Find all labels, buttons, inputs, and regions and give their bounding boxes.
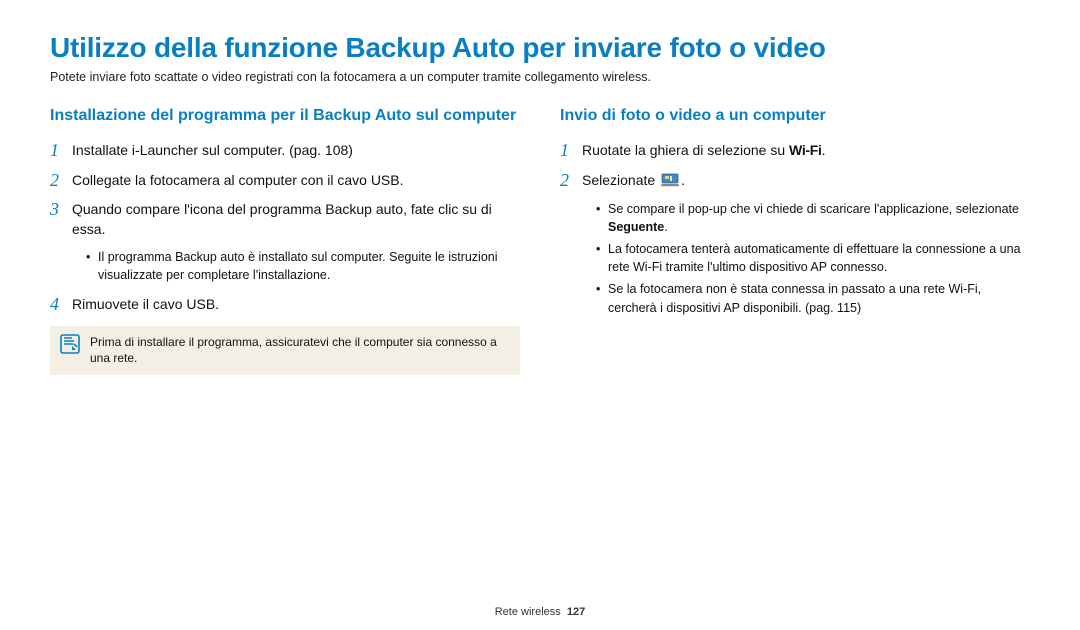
left-step-1: 1 Installate i-Launcher sul computer. (p… — [50, 140, 520, 162]
step-number: 2 — [50, 170, 72, 192]
note-text: Prima di installare il programma, assicu… — [90, 334, 510, 368]
bullet-item: La fotocamera tenterà automaticamente di… — [596, 240, 1030, 276]
manual-page: Utilizzo della funzione Backup Auto per … — [0, 0, 1080, 630]
pc-backup-icon — [661, 172, 679, 192]
step-number: 1 — [560, 140, 582, 162]
page-subtitle: Potete inviare foto scattate o video reg… — [50, 70, 1030, 84]
step-number: 3 — [50, 199, 72, 221]
left-section-heading: Installazione del programma per il Backu… — [50, 106, 520, 126]
right-step-2-bullets: Se compare il pop-up che vi chiede di sc… — [596, 200, 1030, 317]
note-callout: Prima di installare il programma, assicu… — [50, 326, 520, 376]
footer-page-number: 127 — [567, 606, 585, 618]
step-text: Selezionate . — [582, 170, 685, 192]
note-icon — [60, 334, 80, 354]
step-number: 4 — [50, 294, 72, 316]
wifi-label: Wi-Fi — [789, 142, 822, 158]
right-section-heading: Invio di foto o video a un computer — [560, 106, 1030, 126]
step-text: Installate i-Launcher sul computer. (pag… — [72, 140, 353, 160]
bullet-item: Se la fotocamera non è stata connessa in… — [596, 280, 1030, 316]
text-fragment: Ruotate la ghiera di selezione su — [582, 142, 789, 158]
bullet-item: Se compare il pop-up che vi chiede di sc… — [596, 200, 1030, 236]
step-text: Rimuovete il cavo USB. — [72, 294, 219, 314]
text-fragment: Selezionate — [582, 172, 659, 188]
text-fragment: . — [822, 142, 826, 158]
substep-text: Il programma Backup auto è installato su… — [86, 248, 520, 284]
left-step-4: 4 Rimuovete il cavo USB. — [50, 294, 520, 316]
text-fragment: . — [681, 172, 685, 188]
two-column-layout: Installazione del programma per il Backu… — [50, 106, 1030, 375]
bold-term: Seguente — [608, 220, 664, 234]
page-footer: Rete wireless 127 — [0, 606, 1080, 618]
left-step-3: 3 Quando compare l'icona del programma B… — [50, 199, 520, 240]
left-step-3-substeps: Il programma Backup auto è installato su… — [86, 248, 520, 284]
right-column: Invio di foto o video a un computer 1 Ru… — [560, 106, 1030, 375]
step-text: Collegate la fotocamera al computer con … — [72, 170, 404, 190]
step-text: Quando compare l'icona del programma Bac… — [72, 199, 520, 240]
footer-section-label: Rete wireless — [495, 606, 561, 618]
left-column: Installazione del programma per il Backu… — [50, 106, 520, 375]
text-fragment: . — [664, 220, 667, 234]
text-fragment: Se compare il pop-up che vi chiede di sc… — [608, 202, 1019, 216]
right-step-1: 1 Ruotate la ghiera di selezione su Wi-F… — [560, 140, 1030, 162]
step-number: 2 — [560, 170, 582, 192]
page-title: Utilizzo della funzione Backup Auto per … — [50, 32, 1030, 64]
left-step-2: 2 Collegate la fotocamera al computer co… — [50, 170, 520, 192]
step-text: Ruotate la ghiera di selezione su Wi-Fi. — [582, 140, 826, 160]
step-number: 1 — [50, 140, 72, 162]
right-step-2: 2 Selezionate . — [560, 170, 1030, 192]
